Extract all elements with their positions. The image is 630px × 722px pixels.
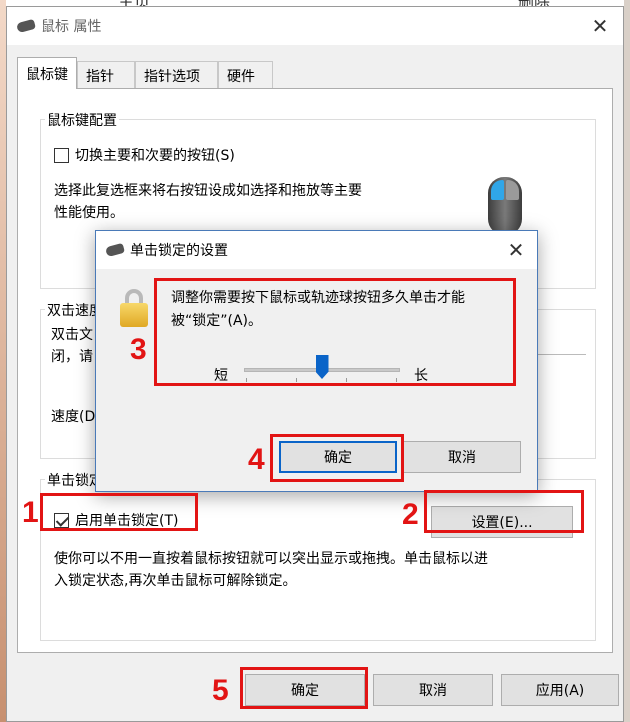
clicklock-description-line2: 入锁定状态,再次单击鼠标可解除锁定。: [54, 573, 297, 589]
annotation-number-5: 5: [212, 674, 229, 707]
swap-buttons-row[interactable]: 切换主要和次要的按钮(S): [54, 145, 235, 165]
mouse-icon: [105, 242, 125, 258]
tab-buttons[interactable]: 鼠标键: [17, 57, 77, 89]
annotation-box-settings: [424, 490, 584, 533]
window-title: 鼠标 属性: [41, 19, 102, 35]
dialog-cancel-button[interactable]: 取消: [403, 441, 521, 473]
dialog-close-button[interactable]: ✕: [495, 238, 537, 262]
dialog-title: 单击锁定的设置: [130, 243, 228, 259]
double-click-line1: 双击文: [51, 327, 93, 343]
swap-buttons-checkbox[interactable]: [54, 147, 69, 163]
dialog-titlebar: 单击锁定的设置 ✕: [96, 231, 537, 269]
tab-bar: 鼠标键 指针 指针选项 硬件: [17, 57, 273, 89]
lock-icon: [120, 289, 148, 327]
mouse-illustration: [488, 177, 522, 235]
annotation-box-slider: [154, 278, 516, 386]
double-click-speed-track[interactable]: [536, 354, 586, 355]
mouse-left-button-highlight: [491, 180, 504, 200]
close-button[interactable]: ✕: [577, 7, 623, 45]
double-click-line2: 闭，请: [51, 349, 93, 365]
cancel-button[interactable]: 取消: [373, 674, 493, 706]
swap-description-line2: 性能使用。: [54, 205, 124, 221]
speed-label: 速度(D: [51, 409, 96, 425]
tab-hardware[interactable]: 硬件: [218, 61, 273, 89]
swap-description-line1: 选择此复选框来将右按钮设成如选择和拖放等主要: [54, 183, 362, 199]
window-titlebar: 鼠标 属性 ✕: [7, 7, 623, 45]
double-click-description: 双击文 闭，请: [51, 324, 93, 368]
annotation-number-3: 3: [130, 333, 147, 366]
background-right-edge: [624, 0, 630, 722]
clicklock-description-line1: 使你可以不用一直按着鼠标按钮就可以突出显示或拖拽。单击鼠标以进: [54, 551, 488, 567]
tab-pointer-options[interactable]: 指针选项: [135, 61, 218, 89]
mouse-right-button: [506, 180, 519, 200]
swap-buttons-label: 切换主要和次要的按钮(S): [75, 148, 235, 164]
annotation-number-4: 4: [248, 443, 265, 476]
lock-body: [120, 303, 148, 327]
swap-description: 选择此复选框来将右按钮设成如选择和拖放等主要 性能使用。: [54, 180, 362, 224]
button-config-label: 鼠标键配置: [45, 110, 119, 130]
clicklock-description: 使你可以不用一直按着鼠标按钮就可以突出显示或拖拽。单击鼠标以进 入锁定状态,再次…: [54, 548, 488, 592]
annotation-box-ok: [240, 667, 368, 709]
annotation-box-dialog-ok: [270, 434, 404, 482]
annotation-box-enable-clicklock: [40, 493, 198, 531]
annotation-number-2: 2: [402, 498, 419, 531]
tab-pointers[interactable]: 指针: [77, 61, 135, 89]
annotation-number-1: 1: [22, 496, 39, 529]
mouse-icon: [16, 18, 36, 34]
apply-button[interactable]: 应用(A): [501, 674, 619, 706]
